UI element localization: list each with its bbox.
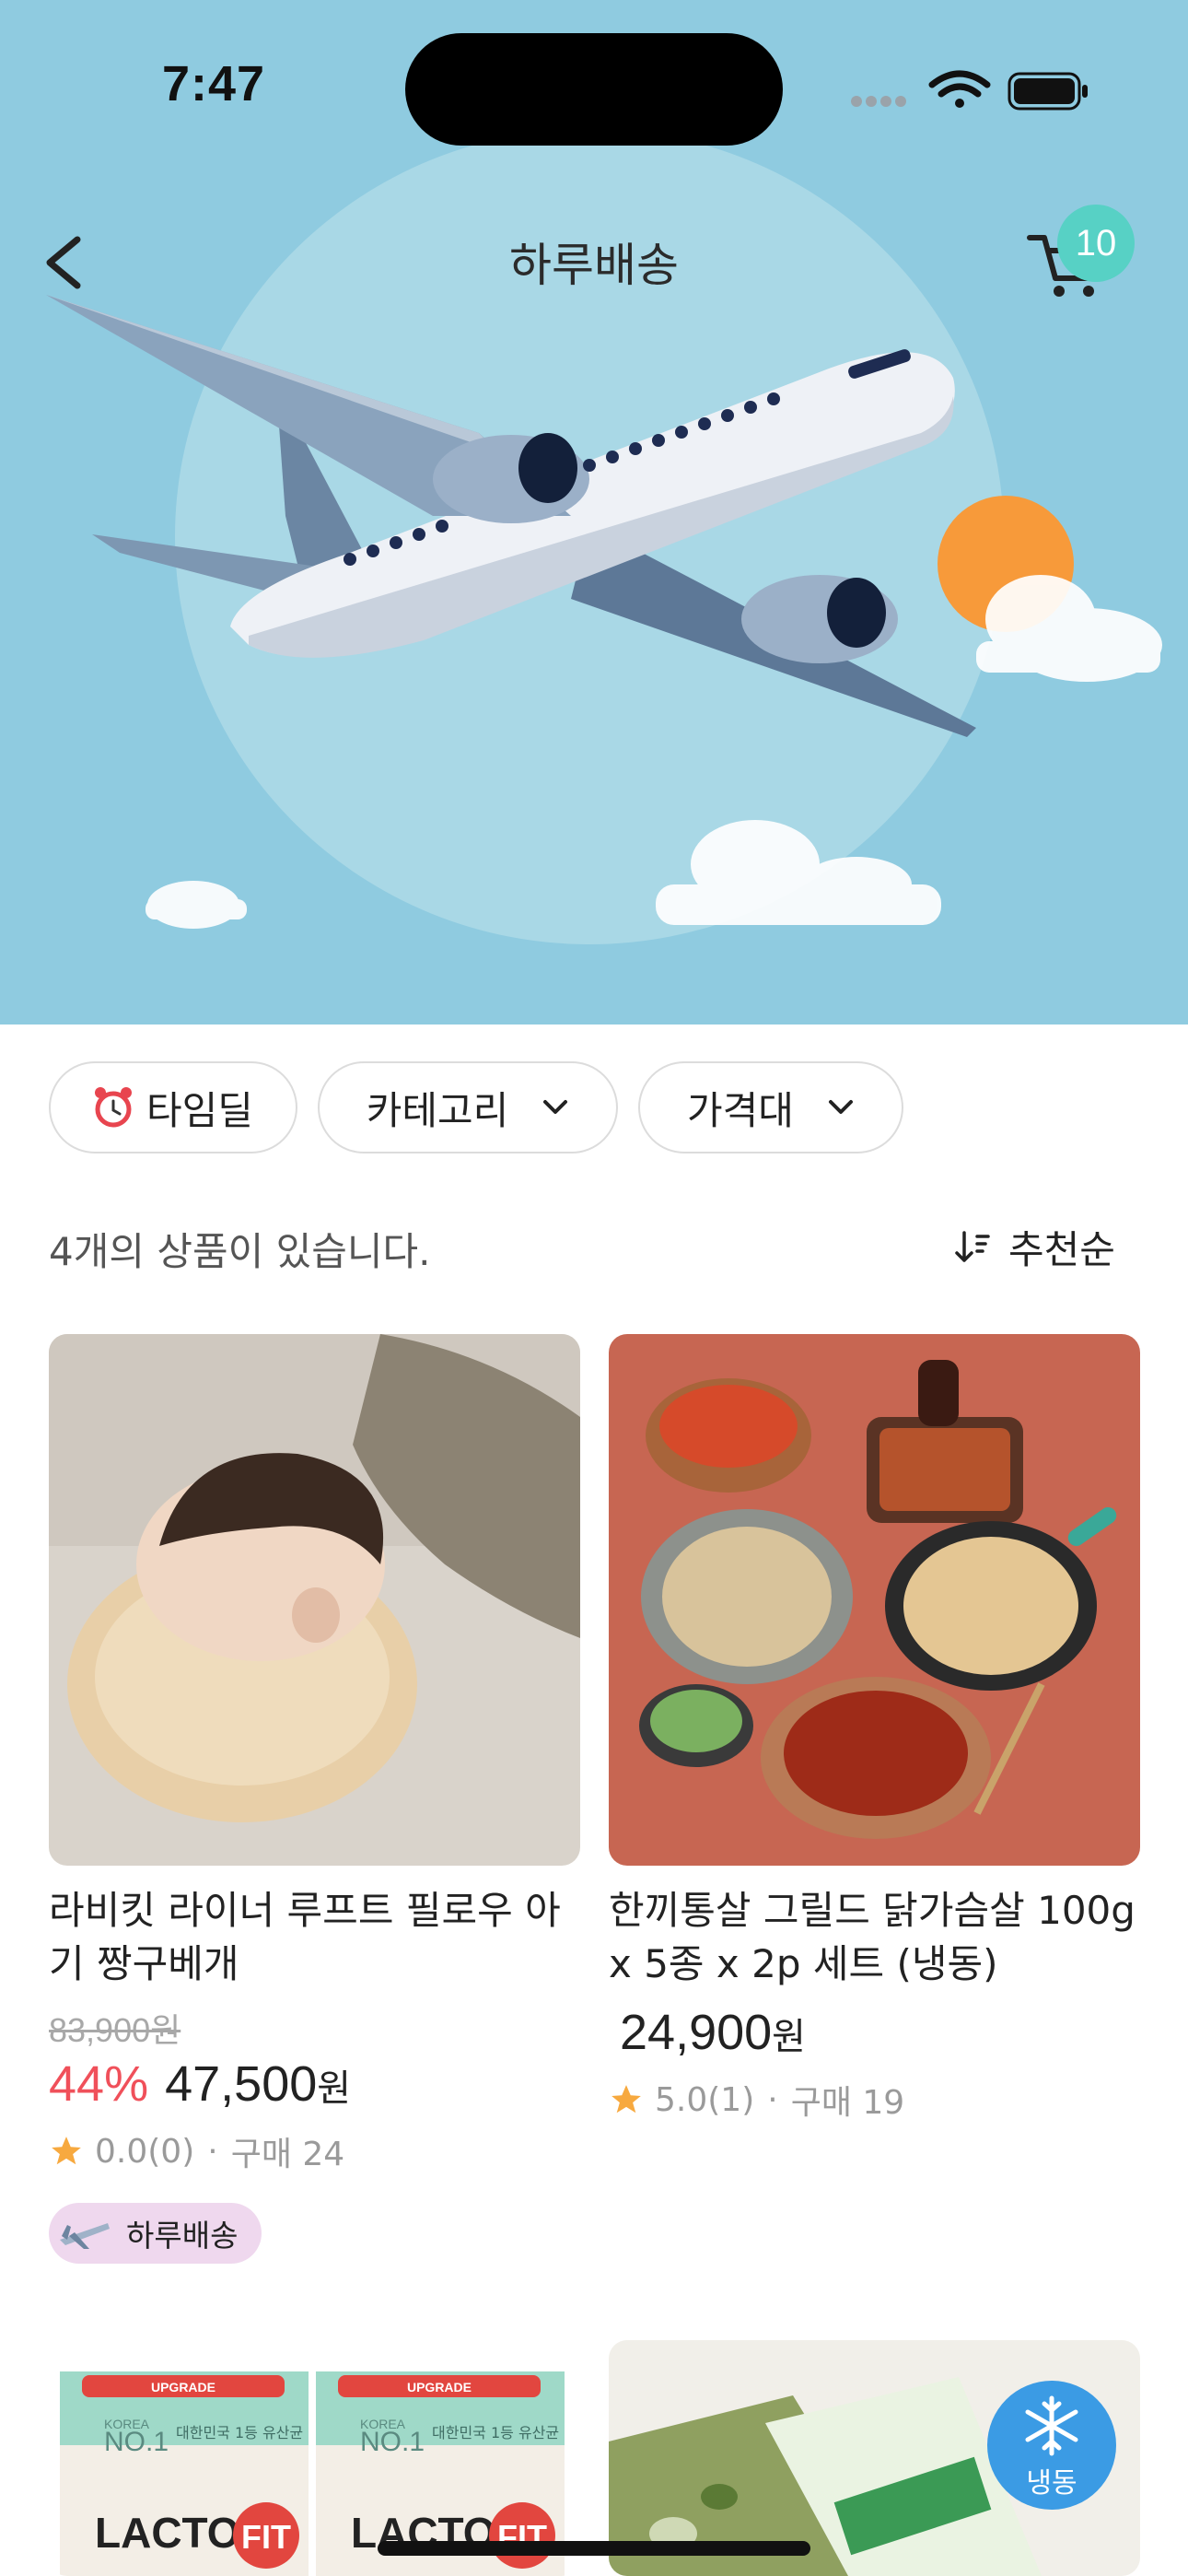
product-title: 한끼통살 그릴드 닭가슴살 100g x 5종 x 2p 세트 (냉동) (609, 1888, 1136, 1986)
discount-rate: 44% (49, 2056, 149, 2112)
rating: 5.0(1) (655, 2080, 755, 2119)
svg-text:UPGRADE: UPGRADE (407, 2380, 472, 2395)
lactofit-can-left: UPGRADE KOREA NO.1 대한민국 1등 유산균 LACTO FIT (60, 2371, 309, 2576)
sale-price: 47,500 (165, 2056, 318, 2112)
sort-icon (955, 1231, 990, 1262)
filter-timedeal[interactable]: 타임딜 (49, 1061, 297, 1153)
delivery-tag-label: 하루배송 (126, 2218, 239, 2254)
chevron-down-icon (543, 1100, 568, 1114)
filter-bar: 타임딜 카테고리 가격대 (49, 1061, 903, 1157)
frozen-label: 냉동 (1026, 2467, 1077, 2500)
currency: 원 (317, 2067, 352, 2110)
product-title: 라비킷 라이너 루프트 필로우 아기 짱구베개 (49, 1888, 561, 1986)
svg-text:NO.1: NO.1 (104, 2427, 169, 2457)
currency: 원 (772, 2016, 806, 2058)
airplane-icon (60, 2223, 110, 2249)
frozen-badge: 냉동 (987, 2381, 1116, 2510)
status-time: 7:47 (162, 56, 266, 111)
chevron-down-icon (828, 1100, 853, 1114)
svg-text:NO.1: NO.1 (360, 2427, 425, 2457)
home-indicator[interactable] (378, 2541, 810, 2556)
star-icon (611, 2085, 641, 2113)
svg-text:LACTO: LACTO (95, 2509, 240, 2557)
purchase-count: 구매 24 (230, 2136, 345, 2173)
status-icons (851, 70, 1088, 111)
airplane-illustration (46, 295, 1162, 929)
dynamic-island (405, 33, 783, 146)
svg-text:대한민국 1등 유산균: 대한민국 1등 유산균 (176, 2424, 303, 2441)
filter-category-label: 카테고리 (366, 1087, 509, 1133)
hero-banner: 7:47 하루배송 10 (0, 0, 1188, 1025)
svg-text:FIT: FIT (241, 2518, 291, 2556)
filter-timedeal-label: 타임딜 (146, 1087, 253, 1133)
filter-price[interactable]: 가격대 (638, 1061, 903, 1153)
page-title: 하루배송 (509, 239, 679, 292)
purchase-count: 구매 19 (790, 2084, 905, 2122)
sort-label: 추천순 (1008, 1226, 1115, 1272)
delivery-tag: 하루배송 (49, 2203, 262, 2264)
product-card[interactable]: 한끼통살 그릴드 닭가슴살 100g x 5종 x 2p 세트 (냉동) 24,… (609, 1334, 1140, 2124)
result-count: 4개의 상품이 있습니다. (49, 1229, 431, 1274)
product-card[interactable]: 라비킷 라이너 루프트 필로우 아기 짱구베개 83,900원 44% 47,50… (49, 1334, 580, 2264)
meta-separator: · (767, 2080, 778, 2119)
meta-separator: · (207, 2132, 218, 2171)
product-image[interactable] (609, 1334, 1140, 1866)
battery-icon (1007, 72, 1088, 111)
cart-count-badge: 10 (1057, 205, 1135, 282)
svg-text:대한민국 1등 유산균: 대한민국 1등 유산균 (432, 2424, 559, 2441)
original-price: 83,900원 (49, 2011, 181, 2049)
sort-button[interactable]: 추천순 (953, 1214, 1115, 1279)
price-row: 24,900원 (609, 2004, 1140, 2061)
rating: 0.0(0) (95, 2132, 195, 2171)
snowflake-icon (1025, 2395, 1078, 2456)
signal-icon (851, 96, 906, 107)
product-image[interactable] (49, 1334, 580, 1866)
price-row: 44% 47,500원 (49, 2055, 580, 2113)
product-meta: 5.0(1) · 구매 19 (609, 2076, 1140, 2124)
sale-price: 24,900 (620, 2005, 773, 2060)
star-icon (52, 2137, 81, 2165)
svg-text:UPGRADE: UPGRADE (151, 2380, 215, 2395)
alarm-clock-icon (95, 1087, 133, 1128)
filter-category[interactable]: 카테고리 (318, 1061, 618, 1153)
wifi-icon (928, 70, 991, 108)
product-meta: 0.0(0) · 구매 24 (49, 2127, 580, 2175)
filter-price-label: 가격대 (687, 1087, 794, 1133)
